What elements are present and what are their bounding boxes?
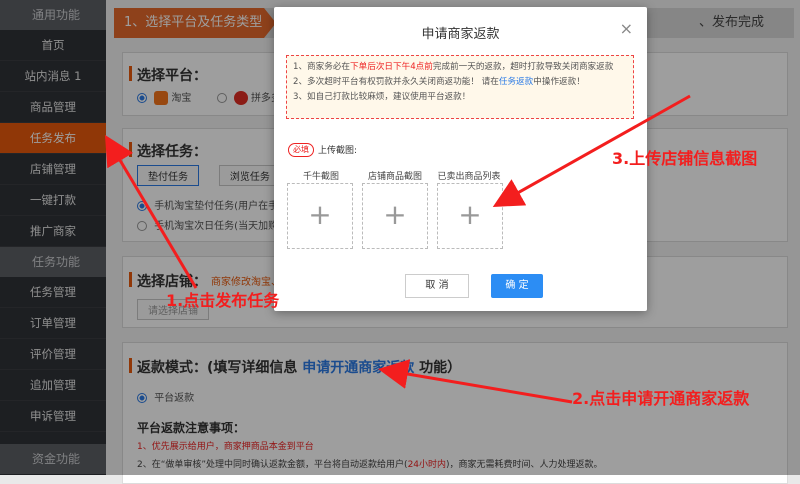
arrow-2: [378, 359, 573, 404]
annotation-1: 1.点击发布任务: [166, 291, 280, 310]
arrow-1: [104, 134, 198, 289]
annotation-2: 2.点击申请开通商家返款: [572, 389, 750, 408]
annotation-3: 3.上传店铺信息截图: [612, 149, 758, 168]
